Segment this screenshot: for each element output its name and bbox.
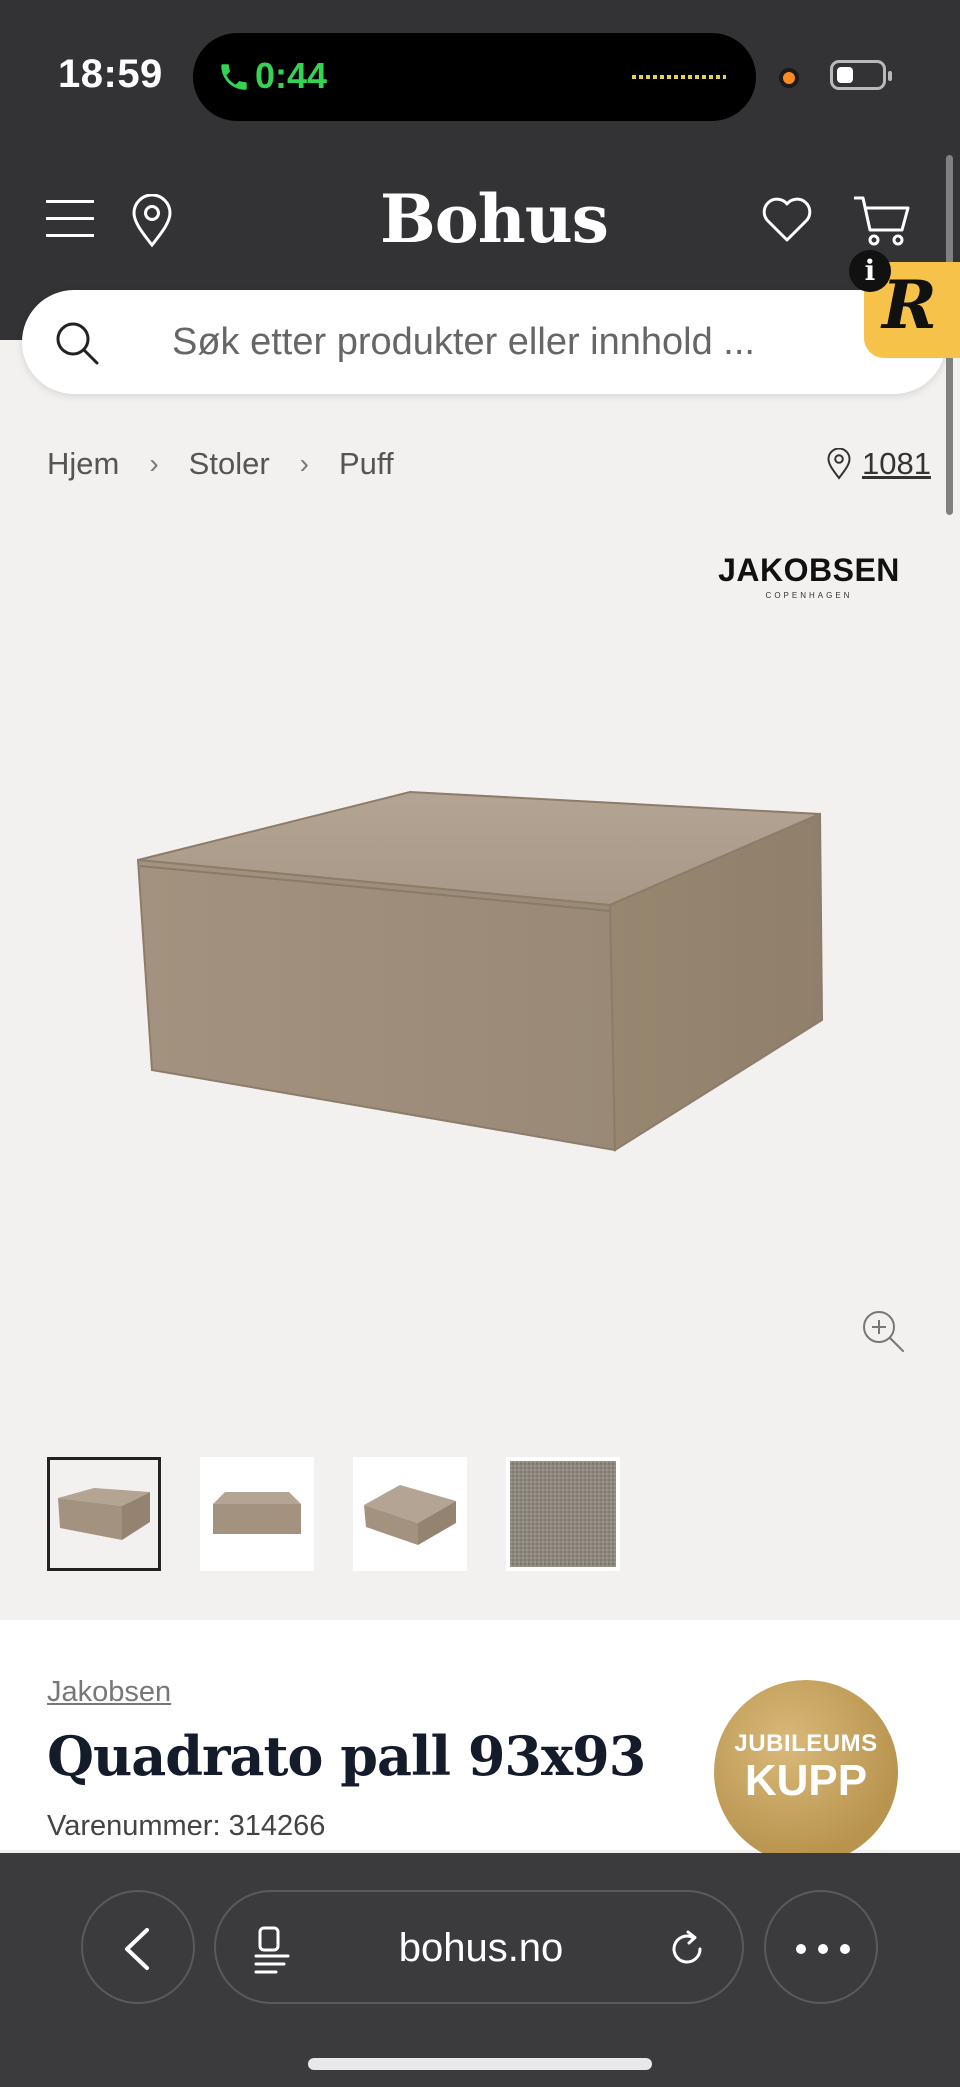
badge-line-2: KUPP xyxy=(744,1756,868,1805)
brand-logo[interactable]: JAKOBSEN COPENHAGEN xyxy=(706,552,912,600)
home-indicator[interactable] xyxy=(308,2058,652,2070)
thumbnail-1[interactable] xyxy=(47,1457,161,1571)
breadcrumb-chairs[interactable]: Stoler xyxy=(189,446,270,482)
breadcrumb-pouf[interactable]: Puff xyxy=(339,446,394,482)
thumbnail-image xyxy=(58,1488,150,1540)
product-image[interactable] xyxy=(130,780,830,1160)
product-sku: Varenummer: 314266 xyxy=(47,1810,326,1842)
thumbnail-3[interactable] xyxy=(353,1457,467,1571)
reload-icon[interactable] xyxy=(666,1928,708,1970)
menu-icon[interactable] xyxy=(46,200,94,240)
ellipsis-icon xyxy=(796,1944,850,1954)
call-duration: 0:44 xyxy=(255,55,328,96)
breadcrumb-home[interactable]: Hjem xyxy=(47,446,119,482)
camera-indicator-icon xyxy=(779,68,799,88)
cart-icon[interactable] xyxy=(852,194,912,248)
battery-icon xyxy=(830,60,892,90)
breadcrumb-separator: › xyxy=(299,448,309,479)
zoom-in-icon[interactable] xyxy=(860,1308,906,1354)
fabric-swatch-image xyxy=(510,1461,616,1567)
thumbnail-strip xyxy=(47,1457,659,1571)
search-input[interactable] xyxy=(172,312,872,372)
browser-toolbar: bohus.no xyxy=(0,1853,960,2087)
phone-icon xyxy=(221,64,247,90)
brand-logo-sub: COPENHAGEN xyxy=(765,591,853,600)
store-label[interactable]: 1081 xyxy=(862,446,931,482)
address-bar[interactable]: bohus.no xyxy=(214,1890,744,2004)
brand-logo-name: JAKOBSEN xyxy=(718,552,900,588)
thumbnail-2[interactable] xyxy=(200,1457,314,1571)
assistant-badge-letter: R xyxy=(882,266,937,344)
app-header: 18:59 0:44 Bohus xyxy=(0,0,960,340)
thumbnail-fabric[interactable] xyxy=(506,1457,620,1571)
store-location-icon[interactable] xyxy=(130,194,174,248)
dynamic-island-call[interactable]: 0:44 xyxy=(193,33,756,121)
thumbnail-image xyxy=(213,1492,301,1534)
search-bar[interactable] xyxy=(22,290,946,394)
status-time: 18:59 xyxy=(58,52,163,96)
product-title: Quadrato pall 93x93 xyxy=(47,1724,646,1788)
selected-store-link[interactable]: 1081 xyxy=(826,446,931,482)
wishlist-heart-icon[interactable] xyxy=(760,194,814,244)
audio-waveform-icon xyxy=(632,75,726,79)
location-pin-icon xyxy=(827,448,851,480)
jubilee-deal-badge: JUBILEUMS KUPP xyxy=(714,1680,898,1864)
more-options-button[interactable] xyxy=(764,1890,878,2004)
brand-link[interactable]: Jakobsen xyxy=(47,1676,171,1709)
breadcrumb: Hjem › Stoler › Puff xyxy=(47,446,394,482)
info-icon[interactable]: i xyxy=(849,250,891,292)
search-icon[interactable] xyxy=(54,320,100,366)
chevron-left-icon xyxy=(125,1928,149,1970)
badge-line-1: JUBILEUMS xyxy=(734,1730,878,1757)
back-button[interactable] xyxy=(81,1890,195,2004)
product-info: Jakobsen Quadrato pall 93x93 Varenummer:… xyxy=(0,1620,960,1864)
bohus-logo[interactable]: Bohus xyxy=(380,180,609,258)
breadcrumb-separator: › xyxy=(149,448,159,479)
thumbnail-image xyxy=(364,1485,456,1545)
